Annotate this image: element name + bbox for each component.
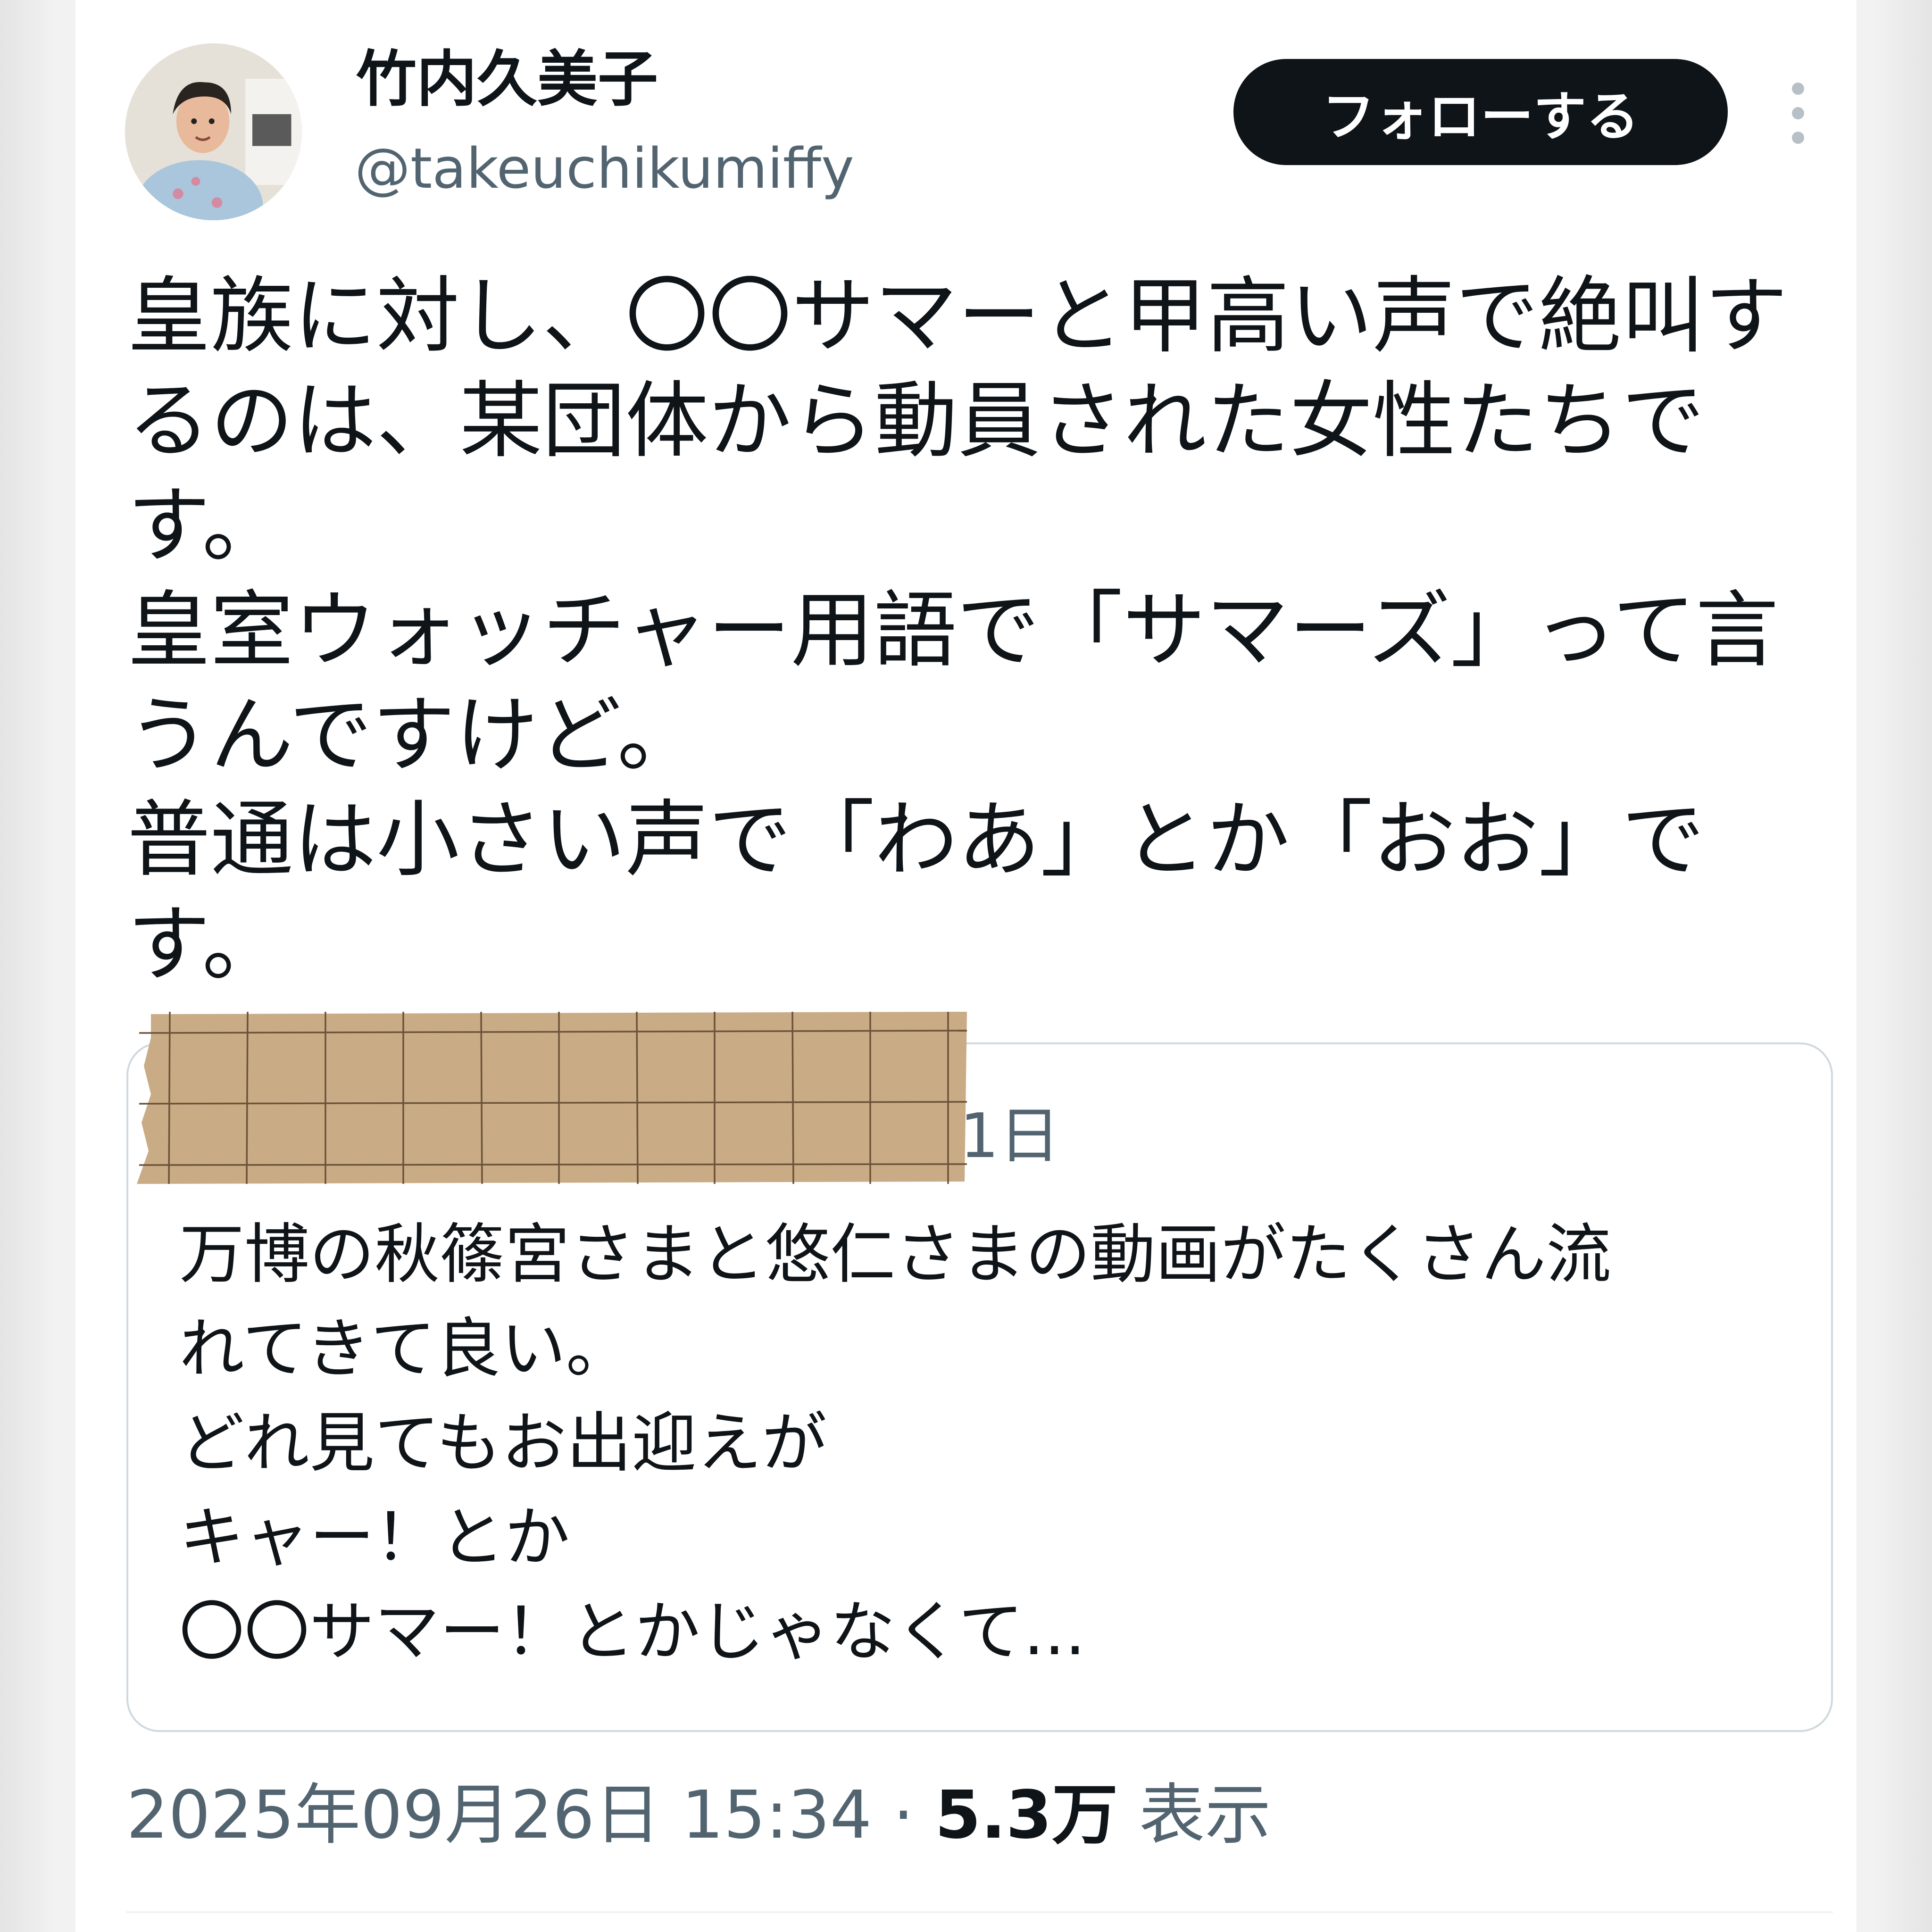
redaction-tape	[137, 1009, 967, 1184]
grid-tape-graphic	[137, 1011, 967, 1184]
author-handle[interactable]: @takeuchikumiffy	[355, 136, 854, 201]
quoted-tweet-line: れてきて良い。	[179, 1311, 631, 1387]
quoted-tweet-line: 〇〇サマー！とかじゃなくて...	[179, 1594, 1086, 1670]
tweet-timestamp[interactable]: 2025年09月26日 15:34	[126, 1777, 872, 1854]
follow-button[interactable]: フォローする	[1233, 59, 1728, 165]
quoted-tweet-line: 万博の秋篠宮さまと悠仁さまの動画がたくさん流	[179, 1216, 1612, 1292]
avatar[interactable]	[125, 43, 302, 220]
tweet-text-line: 皇室ウォッチャー用語で「サマーズ」って言	[127, 582, 1779, 679]
tweet-text-line: す。	[127, 896, 285, 993]
tweet-text-line: るのは、某団体から動員された女性たちで	[127, 373, 1705, 469]
meta-separator: ·	[893, 1777, 914, 1854]
views-count: 5.3万	[935, 1777, 1118, 1854]
more-dot	[1792, 83, 1804, 95]
quoted-tweet-line: キャー！とか	[179, 1499, 570, 1575]
quoted-tweet-text: 万博の秋篠宮さまと悠仁さまの動画がたくさん流 れてきて良い。 どれ見てもお出迎え…	[179, 1208, 1792, 1679]
more-dot	[1792, 107, 1804, 119]
divider	[126, 1911, 1833, 1913]
views-label: 表示	[1139, 1777, 1271, 1854]
author-display-name[interactable]: 竹内久美子	[356, 45, 658, 114]
tweet-text: 皇族に対し、〇〇サマーと甲高い声で絶叫す るのは、某団体から動員された女性たちで…	[127, 264, 1807, 997]
tweet-text-line: うんですけど。	[127, 687, 700, 783]
page: 竹内久美子 @takeuchikumiffy フォローする 皇族に対し、〇〇サマ…	[0, 0, 1932, 1932]
quoted-tweet-line: どれ見てもお出迎えが	[179, 1405, 827, 1481]
quoted-tweet-time[interactable]: 1日	[960, 1099, 1060, 1173]
tweet-meta: 2025年09月26日 15:34 · 5.3万 表示	[126, 1776, 1271, 1855]
tweet-text-line: す。	[127, 477, 285, 574]
avatar-photo	[125, 43, 302, 220]
tweet-text-line: 皇族に対し、〇〇サマーと甲高い声で絶叫す	[127, 268, 1788, 365]
tweet-text-line: 普通は小さい声で「わあ」とか「おお」で	[127, 791, 1705, 888]
more-vertical-icon[interactable]	[1784, 83, 1812, 144]
more-dot	[1792, 132, 1804, 144]
